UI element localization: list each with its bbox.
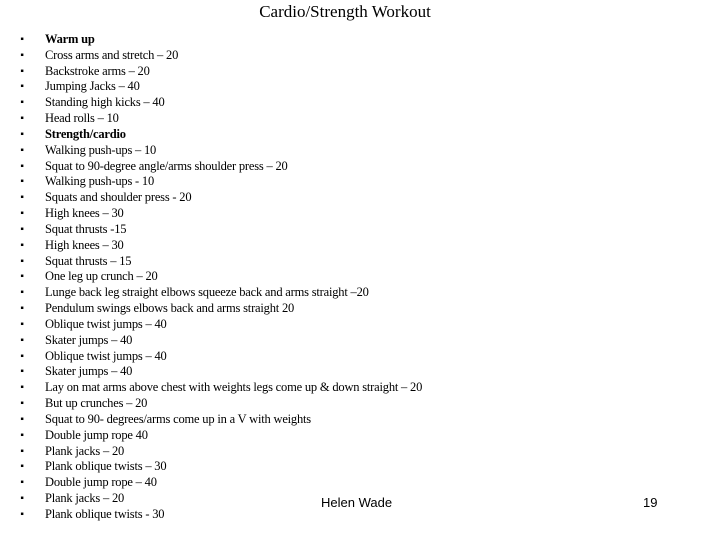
list-item: ▪ Plank jacks – 20 bbox=[0, 444, 422, 460]
bullet-icon: ▪ bbox=[20, 208, 24, 220]
exercise-text: One leg up crunch – 20 bbox=[45, 269, 158, 284]
page-number: 19 bbox=[643, 495, 658, 510]
bullet-icon: ▪ bbox=[20, 97, 24, 109]
bullet-icon: ▪ bbox=[20, 34, 24, 45]
bullet-icon: ▪ bbox=[20, 176, 24, 188]
section-heading-text: Strength/cardio bbox=[45, 126, 126, 141]
list-item: ▪ Backstroke arms – 20 bbox=[0, 64, 422, 80]
exercise-text: Oblique twist jumps – 40 bbox=[45, 348, 167, 363]
list-item: ▪ Jumping Jacks – 40 bbox=[0, 79, 422, 95]
exercise-text: Oblique twist jumps – 40 bbox=[45, 316, 167, 331]
list-item: ▪ Lay on mat arms above chest with weight… bbox=[0, 380, 422, 396]
bullet-icon: ▪ bbox=[20, 160, 24, 172]
exercise-text: Backstroke arms – 20 bbox=[45, 63, 150, 78]
bullet-icon: ▪ bbox=[20, 128, 24, 140]
list-item: ▪ High knees – 30 bbox=[0, 238, 422, 254]
exercise-text: Cross arms and stretch – 20 bbox=[45, 47, 179, 62]
bullet-icon: ▪ bbox=[20, 493, 24, 505]
list-item: ▪ Double jump rope 40 bbox=[0, 428, 422, 444]
bullet-icon: ▪ bbox=[20, 461, 24, 473]
exercise-text: Head rolls – 10 bbox=[45, 111, 119, 126]
exercise-text: Lunge back leg straight elbows squeeze b… bbox=[45, 285, 369, 300]
bullet-icon: ▪ bbox=[20, 271, 24, 283]
exercise-text: Skater jumps – 40 bbox=[45, 364, 133, 379]
bullet-icon: ▪ bbox=[20, 255, 24, 267]
exercise-text: Plank oblique twists – 30 bbox=[45, 459, 167, 474]
exercise-text: Lay on mat arms above chest with weights… bbox=[45, 380, 423, 395]
list-item: ▪ Skater jumps – 40 bbox=[0, 364, 422, 380]
footer-author: Helen Wade bbox=[321, 495, 393, 510]
bullet-icon: ▪ bbox=[20, 144, 24, 156]
bullet-icon: ▪ bbox=[20, 508, 24, 520]
list-item: ▪ Oblique twist jumps – 40 bbox=[0, 349, 422, 365]
list-item: ▪ Plank oblique twists – 30 bbox=[0, 459, 422, 475]
exercise-text: Jumping Jacks – 40 bbox=[45, 79, 140, 94]
bullet-icon: ▪ bbox=[20, 287, 24, 299]
section-heading: ▪ Strength/cardio bbox=[0, 127, 422, 143]
list-item: ▪ High knees – 30 bbox=[0, 206, 422, 222]
exercise-text: Squat to 90- degrees/arms come up in a V… bbox=[45, 411, 311, 426]
list-item: ▪ Squat to 90- degrees/arms come up in a … bbox=[0, 412, 422, 428]
exercise-text: Pendulum swings elbows back and arms str… bbox=[45, 301, 295, 316]
exercise-text: But up crunches – 20 bbox=[45, 396, 148, 411]
exercise-text: Walking push-ups – 10 bbox=[45, 142, 157, 157]
list-item: ▪ Squats and shoulder press - 20 bbox=[0, 190, 422, 206]
exercise-text: Double jump rope – 40 bbox=[45, 475, 157, 490]
bullet-icon: ▪ bbox=[20, 49, 24, 61]
bullet-icon: ▪ bbox=[20, 65, 24, 77]
bullet-icon: ▪ bbox=[20, 477, 24, 489]
list-item: ▪ Walking push-ups - 10 bbox=[0, 174, 422, 190]
exercise-text: Standing high kicks – 40 bbox=[45, 95, 165, 110]
bullet-icon: ▪ bbox=[20, 350, 24, 362]
list-item: ▪ Squat to 90-degree angle/arms shoulder … bbox=[0, 159, 422, 175]
list-item: ▪ Oblique twist jumps – 40 bbox=[0, 317, 422, 333]
bullet-icon: ▪ bbox=[20, 113, 24, 125]
list-item: ▪ Standing high kicks – 40 bbox=[0, 95, 422, 111]
list-item: ▪ But up crunches – 20 bbox=[0, 396, 422, 412]
list-item: ▪ Squat thrusts – 15 bbox=[0, 254, 422, 270]
workout-list: ▪ Warm up ▪ Cross arms and stretch – 20 ▪ Bac… bbox=[0, 32, 422, 523]
list-item: ▪ Lunge back leg straight elbows squeeze … bbox=[0, 285, 422, 301]
bullet-icon: ▪ bbox=[20, 382, 24, 394]
bullet-icon: ▪ bbox=[20, 81, 24, 93]
bullet-icon: ▪ bbox=[20, 239, 24, 251]
exercise-text: Squats and shoulder press - 20 bbox=[45, 190, 192, 205]
page-title: Cardio/Strength Workout bbox=[259, 2, 431, 21]
list-item: ▪ Double jump rope – 40 bbox=[0, 475, 422, 491]
list-item: ▪ Head rolls – 10 bbox=[0, 111, 422, 127]
bullet-icon: ▪ bbox=[20, 398, 24, 410]
exercise-text: Plank jacks – 20 bbox=[45, 443, 125, 458]
exercise-text: Squat thrusts -15 bbox=[45, 221, 127, 236]
bullet-icon: ▪ bbox=[20, 413, 24, 425]
list-item: ▪ One leg up crunch – 20 bbox=[0, 269, 422, 285]
exercise-text: Plank oblique twists - 30 bbox=[45, 506, 165, 521]
bullet-icon: ▪ bbox=[20, 192, 24, 204]
bullet-icon: ▪ bbox=[20, 429, 24, 441]
list-item: ▪ Pendulum swings elbows back and arms st… bbox=[0, 301, 422, 317]
list-item: ▪ Walking push-ups – 10 bbox=[0, 143, 422, 159]
list-item: ▪ Skater jumps – 40 bbox=[0, 333, 422, 349]
bullet-icon: ▪ bbox=[20, 366, 24, 378]
exercise-text: Skater jumps – 40 bbox=[45, 332, 133, 347]
list-item: ▪ Cross arms and stretch – 20 bbox=[0, 48, 422, 64]
exercise-text: Squat thrusts – 15 bbox=[45, 253, 132, 268]
section-heading-text: Warm up bbox=[45, 32, 95, 46]
exercise-text: High knees – 30 bbox=[45, 237, 124, 252]
exercise-text: Plank jacks – 20 bbox=[45, 491, 125, 506]
bullet-icon: ▪ bbox=[20, 334, 24, 346]
exercise-text: High knees – 30 bbox=[45, 206, 124, 221]
bullet-icon: ▪ bbox=[20, 223, 24, 235]
exercise-text: Walking push-ups - 10 bbox=[45, 174, 155, 189]
exercise-text: Double jump rope 40 bbox=[45, 427, 148, 442]
bullet-icon: ▪ bbox=[20, 318, 24, 330]
bullet-icon: ▪ bbox=[20, 445, 24, 457]
section-heading: ▪ Warm up bbox=[0, 32, 422, 48]
bullet-icon: ▪ bbox=[20, 303, 24, 315]
list-item: ▪ Squat thrusts -15 bbox=[0, 222, 422, 238]
exercise-text: Squat to 90-degree angle/arms shoulder p… bbox=[45, 158, 288, 173]
